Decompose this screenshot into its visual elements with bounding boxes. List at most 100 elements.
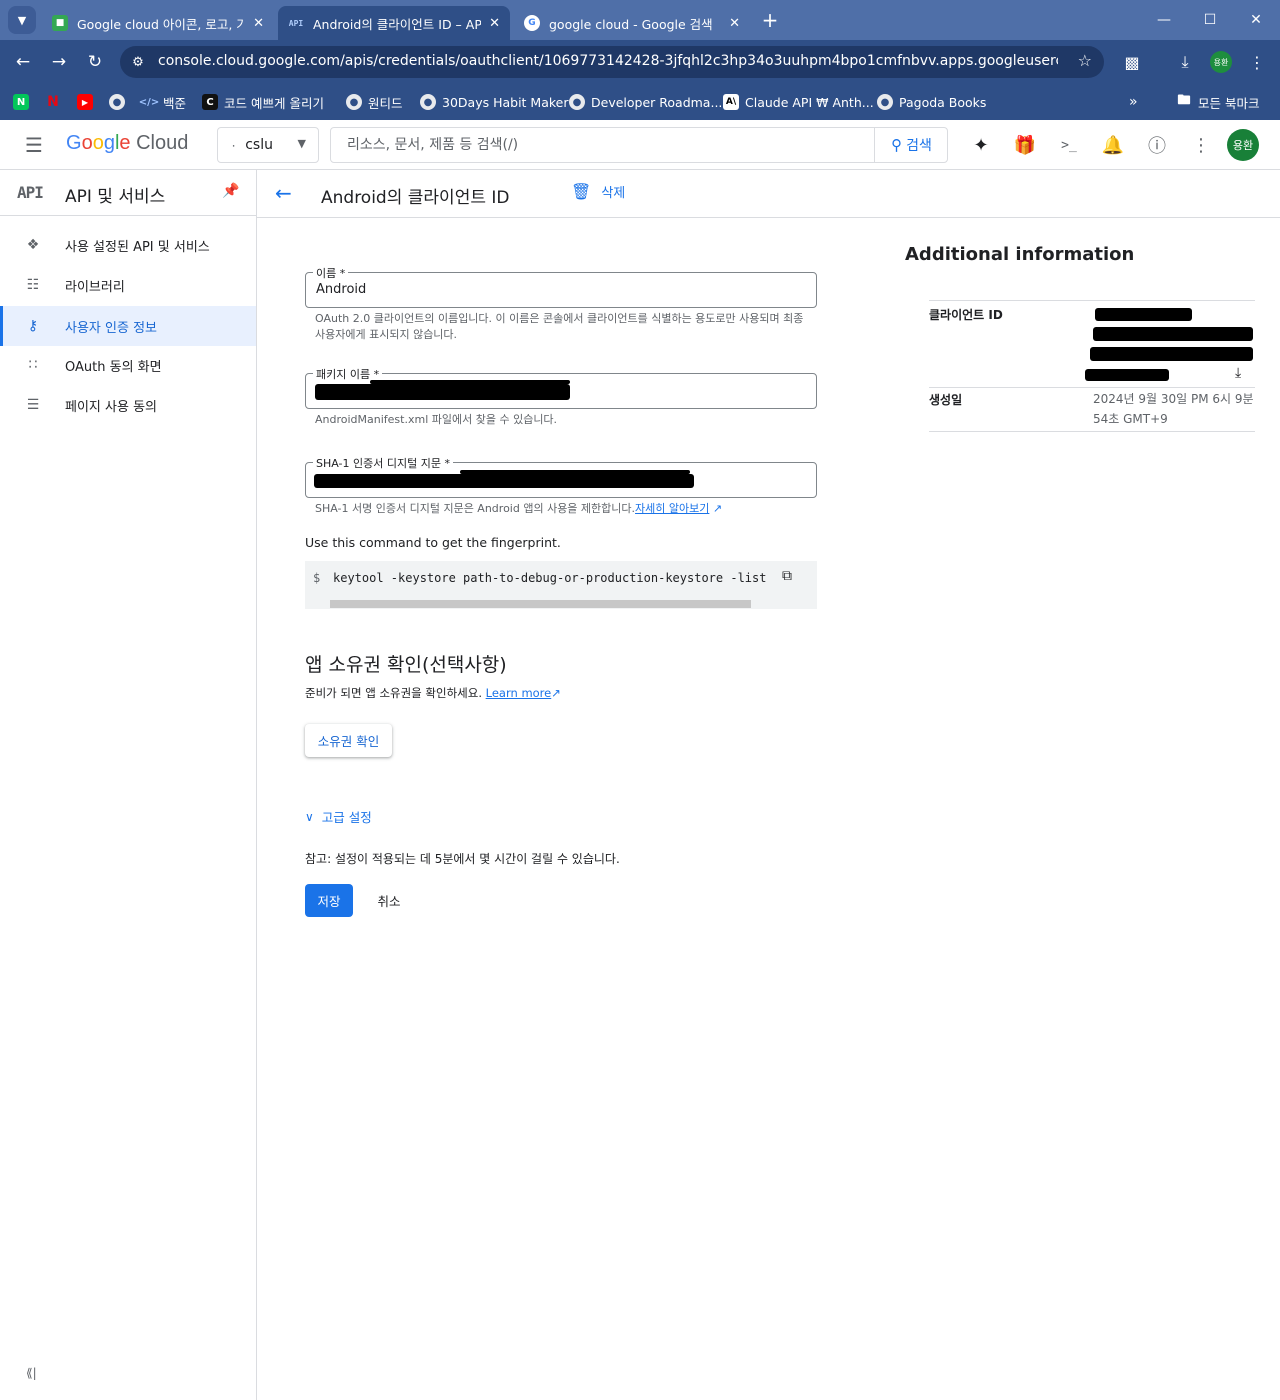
site-info-icon[interactable]: ⚙ xyxy=(128,52,148,72)
sidebar-item-library[interactable]: ☷ 라이브러리 xyxy=(0,265,256,305)
bookmarks-bar: N N ▶ ● </> 백준 C 코드 예쁘게 올리기 ● 원티드 ● 30Days H… xyxy=(0,84,1280,120)
bookmark-label: Developer Roadma... xyxy=(591,94,723,110)
tab-search-button[interactable]: ▼ xyxy=(8,6,36,34)
minimize-button[interactable]: — xyxy=(1152,8,1176,32)
redaction-mark xyxy=(1095,308,1192,321)
reload-icon[interactable]: ↻ xyxy=(83,50,107,74)
more-vert-icon[interactable]: ⋮ xyxy=(1189,133,1213,157)
avatar-initials: 용환 xyxy=(1232,139,1254,152)
forward-icon[interactable]: → xyxy=(47,50,71,74)
pin-icon[interactable]: 📌 xyxy=(222,183,239,199)
back-arrow-icon[interactable]: ← xyxy=(275,181,292,205)
globe-icon: ● xyxy=(420,94,436,110)
search-input[interactable] xyxy=(331,128,873,162)
gemini-sparkle-icon[interactable]: ✦ xyxy=(969,133,993,157)
bookmark-roadmap[interactable]: ● Developer Roadma... xyxy=(569,92,722,112)
sidebar-title: API 및 서비스 xyxy=(65,187,166,207)
browser-menu-icon[interactable]: ⋮ xyxy=(1245,50,1269,74)
sidebar-item-page-usage[interactable]: ☰ 페이지 사용 동의 xyxy=(0,385,256,425)
globe-icon: ● xyxy=(569,94,585,110)
bookmark-pagoda[interactable]: ● Pagoda Books xyxy=(877,92,986,112)
search-button-label: 검색 xyxy=(906,138,932,154)
bookmark-globe[interactable]: ● xyxy=(109,92,131,112)
tab-title: Android의 클라이언트 ID – AP xyxy=(313,16,482,32)
bookmark-label: Claude API ₩ Anth... xyxy=(745,94,874,110)
bookmark-baekjoon[interactable]: </> 백준 xyxy=(139,92,186,112)
tab-title: google cloud - Google 검색 xyxy=(549,16,713,32)
verify-ownership-button[interactable]: 소유권 확인 xyxy=(305,724,392,757)
globe-icon: ● xyxy=(877,94,893,110)
bookmark-wanted[interactable]: ● 원티드 xyxy=(346,92,403,112)
copy-icon[interactable]: ⧉ xyxy=(782,568,792,584)
name-field-label: 이름 * xyxy=(313,265,349,281)
command-text[interactable]: keytool -keystore path-to-debug-or-produ… xyxy=(333,571,766,585)
browser-tab-2[interactable]: API Android의 클라이언트 ID – AP ✕ xyxy=(278,6,510,40)
horizontal-scrollbar[interactable] xyxy=(330,600,751,608)
bookmark-claude[interactable]: A\ Claude API ₩ Anth... xyxy=(723,92,874,112)
sidebar-item-label: 페이지 사용 동의 xyxy=(65,399,157,415)
url-text[interactable]: console.cloud.google.com/apis/credential… xyxy=(158,53,1058,69)
ownership-desc: 준비가 되면 앱 소유권을 확인하세요. Learn more↗ xyxy=(305,685,561,701)
globe-icon: ● xyxy=(346,94,362,110)
bookmark-code[interactable]: C 코드 예쁘게 올리기 xyxy=(202,92,324,112)
profile-avatar[interactable]: 용환 xyxy=(1210,51,1232,73)
bookmark-naver[interactable]: N xyxy=(13,92,35,112)
divider xyxy=(929,387,1255,388)
api-icon: API xyxy=(17,183,44,202)
back-icon[interactable]: ← xyxy=(11,50,35,74)
naver-icon: N xyxy=(13,94,29,110)
sidebar-item-label: 사용자 인증 정보 xyxy=(65,320,157,336)
extensions-icon[interactable]: ▩ xyxy=(1120,50,1144,74)
delete-button[interactable]: 🗑 삭제 xyxy=(571,182,625,201)
advanced-settings-toggle[interactable]: ∨ 고급 설정 xyxy=(305,807,372,826)
maximize-button[interactable]: ☐ xyxy=(1198,8,1222,32)
close-icon[interactable]: ✕ xyxy=(253,16,264,31)
cloud-shell-icon[interactable]: >_ xyxy=(1057,133,1081,157)
sidebar-item-label: OAuth 동의 화면 xyxy=(65,359,162,375)
tab-title: Google cloud 아이콘, 로고, 기 xyxy=(77,16,246,32)
download-icon[interactable]: ⤓ xyxy=(1235,365,1241,381)
bookmark-label: 30Days Habit Maker xyxy=(442,94,569,110)
delete-label: 삭제 xyxy=(601,186,626,201)
browser-tab-1[interactable]: ■ Google cloud 아이콘, 로고, 기 ✕ xyxy=(42,6,274,40)
project-picker[interactable]: ⸱ cslu ▼ xyxy=(217,127,319,163)
sidebar-item-credentials[interactable]: ⚷ 사용자 인증 정보 xyxy=(0,306,256,346)
external-link-icon: ↗ xyxy=(551,686,561,700)
browser-tab-3[interactable]: G google cloud - Google 검색 ✕ xyxy=(514,6,750,40)
browser-tab-bar: ▼ ■ Google cloud 아이콘, 로고, 기 ✕ API Androi… xyxy=(0,0,1280,40)
bookmark-youtube[interactable]: ▶ xyxy=(77,92,99,112)
all-bookmarks[interactable]: 🖿 모든 북마크 xyxy=(1176,92,1259,112)
bookmark-netflix[interactable]: N xyxy=(45,92,67,112)
account-avatar[interactable]: 용환 xyxy=(1227,129,1259,161)
cancel-button[interactable]: 취소 xyxy=(365,884,413,917)
redaction-mark xyxy=(1093,327,1253,341)
download-icon[interactable]: ⤓ xyxy=(1173,50,1197,74)
help-icon[interactable]: ⓘ xyxy=(1145,133,1169,157)
address-bar[interactable]: ⚙ console.cloud.google.com/apis/credenti… xyxy=(120,46,1104,78)
key-icon: ⚷ xyxy=(27,318,39,334)
sidebar-item-label: 사용 설정된 API 및 서비스 xyxy=(65,239,210,255)
window-close-button[interactable]: ✕ xyxy=(1244,8,1268,32)
close-icon[interactable]: ✕ xyxy=(489,16,500,31)
hamburger-menu-icon[interactable]: ☰ xyxy=(22,133,46,157)
search-button[interactable]: ⚲ 검색 xyxy=(874,128,948,162)
close-icon[interactable]: ✕ xyxy=(729,16,740,31)
name-input[interactable] xyxy=(316,282,806,297)
more-bookmarks-icon[interactable]: » xyxy=(1129,92,1138,112)
collapse-sidebar-icon[interactable]: ⟪| xyxy=(26,1366,37,1380)
ownership-learn-more-link[interactable]: Learn more xyxy=(486,686,552,700)
bookmark-star-icon[interactable]: ☆ xyxy=(1078,51,1092,70)
profile-initials: 용환 xyxy=(1213,57,1229,67)
sidebar-item-enabled-apis[interactable]: ❖ 사용 설정된 API 및 서비스 xyxy=(0,225,256,265)
created-date-value: 2024년 9월 30일 PM 6시 9분 54초 GMT+9 xyxy=(1093,392,1254,426)
notifications-bell-icon[interactable]: 🔔 xyxy=(1101,133,1125,157)
learn-more-link[interactable]: 자세히 알아보기 xyxy=(635,502,709,515)
oauth-grid-icon: ∷ xyxy=(28,357,38,373)
bookmark-habit[interactable]: ● 30Days Habit Maker xyxy=(420,92,568,112)
project-icon: ⸱ xyxy=(232,138,236,153)
new-tab-button[interactable]: + xyxy=(758,8,782,32)
sidebar-item-oauth-consent[interactable]: ∷ OAuth 동의 화면 xyxy=(0,345,256,385)
gift-icon[interactable]: 🎁 xyxy=(1013,133,1037,157)
save-button[interactable]: 저장 xyxy=(305,884,353,917)
google-cloud-logo[interactable]: Google Cloud xyxy=(66,132,188,155)
